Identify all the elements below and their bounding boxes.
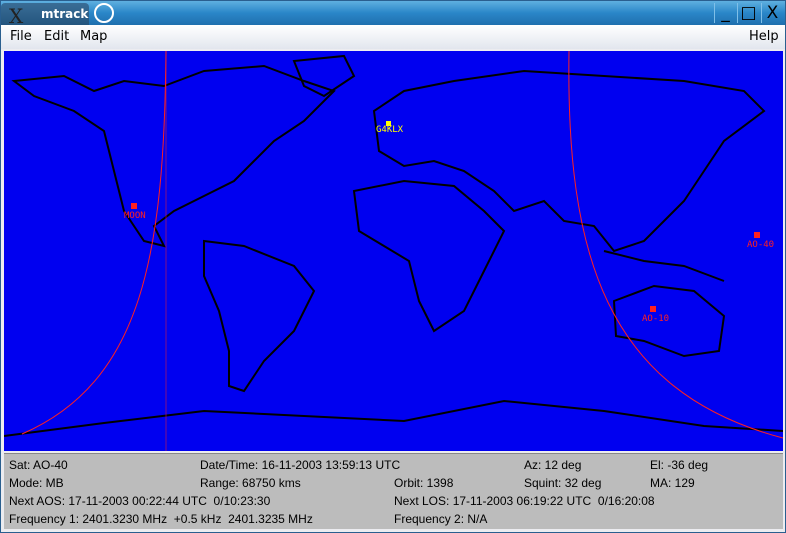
orbit: Orbit: 1398 xyxy=(394,476,454,490)
marker-label-ao-40: AO-40 xyxy=(747,240,774,250)
swirl-icon xyxy=(94,3,114,23)
range: Range: 68750 kms xyxy=(200,476,301,490)
footprint-left xyxy=(21,51,167,435)
minimize-button[interactable]: _ xyxy=(714,3,736,23)
north-america xyxy=(11,64,336,248)
marker-label-ao-10: AO-10 xyxy=(642,314,669,324)
close-button[interactable]: X xyxy=(761,3,783,23)
menu-edit[interactable]: Edit xyxy=(44,29,69,44)
marker-ao-40[interactable] xyxy=(754,232,760,238)
marker-label-moon: MOON xyxy=(124,211,146,221)
next-aos: Next AOS: 17-11-2003 00:22:44 UTC 0/10:2… xyxy=(9,494,271,508)
africa xyxy=(352,179,506,333)
indonesia xyxy=(603,250,725,282)
map-svg: G4KLX MOON AO-10 AO-40 xyxy=(4,51,783,451)
menu-bar: File Edit Map Help xyxy=(1,25,785,49)
elevation: El: -36 deg xyxy=(650,458,709,472)
azimuth: Az: 12 deg xyxy=(524,458,582,472)
menu-file[interactable]: File xyxy=(10,29,32,44)
south-america xyxy=(203,239,316,393)
menu-help[interactable]: Help xyxy=(749,29,779,44)
marker-moon[interactable] xyxy=(131,203,137,209)
antarctica xyxy=(4,399,783,437)
marker-label-g4klx: G4KLX xyxy=(376,125,404,135)
app-window: X mtrack _ □ X File Edit Map Help G4KLX … xyxy=(0,0,786,533)
marker-ao-10[interactable] xyxy=(650,306,656,312)
status-panel: Sat: AO-40 Date/Time: 16-11-2003 13:59:1… xyxy=(4,453,783,529)
greenland xyxy=(292,54,356,98)
squint: Squint: 32 deg xyxy=(524,476,602,490)
frequency-2: Frequency 2: N/A xyxy=(394,512,488,526)
menu-map[interactable]: Map xyxy=(80,29,107,44)
maximize-button[interactable]: □ xyxy=(737,3,759,23)
world-map[interactable]: G4KLX MOON AO-10 AO-40 xyxy=(4,51,783,451)
mode: Mode: MB xyxy=(9,476,64,490)
frequency-1: Frequency 1: 2401.3230 MHz +0.5 kHz 2401… xyxy=(9,512,313,526)
window-tab[interactable]: X mtrack xyxy=(1,3,89,28)
date-time: Date/Time: 16-11-2003 13:59:13 UTC xyxy=(200,458,401,472)
window-title: mtrack xyxy=(41,7,89,21)
next-los: Next LOS: 17-11-2003 06:19:22 UTC 0/16:2… xyxy=(394,494,655,508)
sat-name: Sat: AO-40 xyxy=(9,458,68,472)
title-bar[interactable]: X mtrack _ □ X xyxy=(1,1,785,28)
mean-anomaly: MA: 129 xyxy=(650,476,695,490)
